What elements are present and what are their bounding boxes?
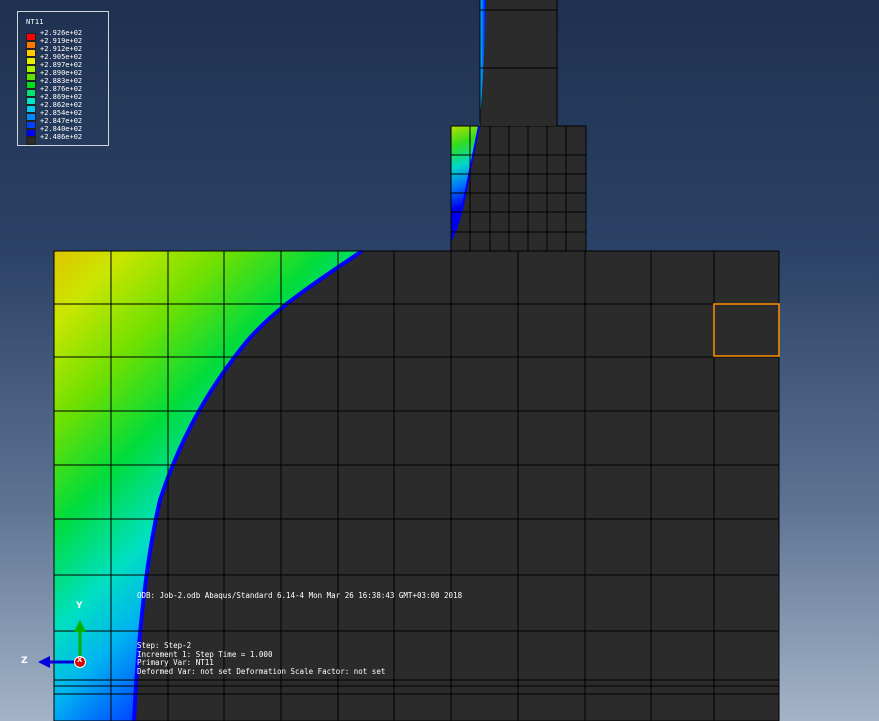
legend-swatch [26,89,36,97]
legend-swatch [26,73,36,81]
legend-value: +2.897e+02 [40,61,83,69]
legend-swatch [26,105,36,113]
deformed-var-info-line: Deformed Var: not set Deformation Scale … [137,666,386,676]
legend-swatch [26,49,36,57]
legend-swatch [26,65,36,73]
y-axis-label: Y [76,601,83,611]
top-column-body [480,0,557,126]
legend-value: +2.840e+02 [40,125,83,133]
legend-swatch [26,81,36,89]
legend-value: +2.919e+02 [40,37,83,45]
middle-block [450,125,587,252]
top-column [479,0,558,126]
legend-value: +2.869e+02 [40,93,83,101]
z-axis-arrowhead [38,656,50,668]
legend-value: +2.862e+02 [40,101,83,109]
legend-value: +2.847e+02 [40,117,83,125]
legend-title: NT11 [26,18,44,26]
legend-swatch [26,41,36,49]
legend-swatch [26,33,36,41]
legend-swatch [26,121,36,129]
contour-legend: NT11 +2.926e+02 +2.919e+02 +2.912e+02 +2.90… [17,11,109,146]
z-axis-label: Z [21,656,28,666]
legend-value: +2.486e+02 [40,133,83,141]
legend-value: +2.890e+02 [40,69,83,77]
legend-swatch [26,113,36,121]
viewport-info: ODB: Job-2.odb Abaqus/Standard 6.14-4 Mo… [137,591,462,675]
legend-value: +2.876e+02 [40,85,83,93]
x-axis-label: X [77,656,83,664]
legend-swatch [26,97,36,105]
legend-value: +2.926e+02 [40,29,83,37]
mesh-canvas[interactable] [0,0,879,721]
legend-swatch [26,57,36,65]
legend-value: +2.883e+02 [40,77,83,85]
legend-value: +2.905e+02 [40,53,83,61]
legend-value: +2.854e+02 [40,109,83,117]
odb-info-line: ODB: Job-2.odb Abaqus/Standard 6.14-4 Mo… [137,591,463,600]
legend-swatch [26,129,36,137]
model-viewport[interactable]: NT11 +2.926e+02 +2.919e+02 +2.912e+02 +2.90… [0,0,879,721]
legend-swatch [26,137,36,145]
legend-value: +2.912e+02 [40,45,83,53]
